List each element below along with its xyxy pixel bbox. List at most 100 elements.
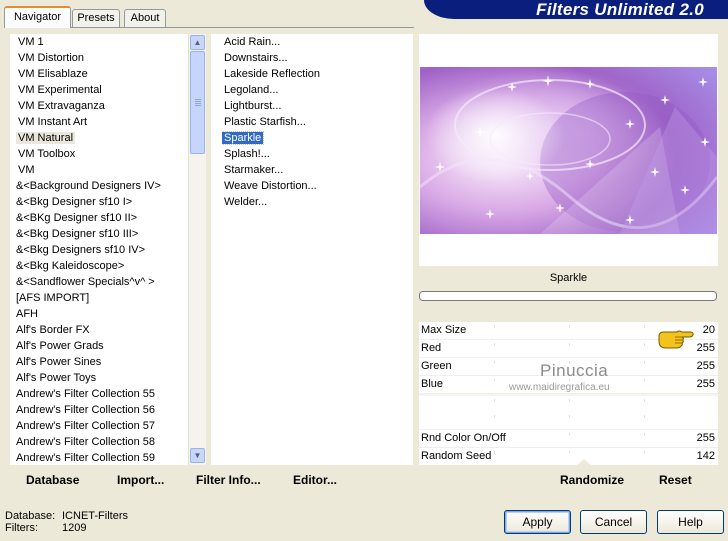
category-item-label: AFH — [16, 308, 38, 320]
filter-item[interactable]: Lightburst... — [222, 98, 413, 114]
category-item[interactable]: VM Experimental — [10, 82, 188, 98]
import-button[interactable]: Import... — [117, 473, 164, 487]
apply-button[interactable]: Apply — [504, 510, 571, 534]
filter-item[interactable]: Starmaker... — [222, 162, 413, 178]
category-item[interactable]: Andrew's Filter Collection 59 — [10, 450, 188, 466]
param-value: 255 — [696, 342, 715, 354]
category-item-label: VM Extravaganza — [18, 100, 105, 112]
filter-list[interactable]: Acid Rain... Downstairs... Lakeside Reflec… — [211, 34, 413, 465]
category-item[interactable]: Alf's Power Toys — [10, 370, 188, 386]
param-label: Green — [421, 360, 452, 372]
category-item[interactable]: [AFS IMPORT] — [10, 290, 188, 306]
category-item[interactable]: VM Distortion — [10, 50, 188, 66]
param-divider — [419, 394, 718, 396]
status-filters-label: Filters: — [5, 522, 38, 534]
category-item-label: Andrew's Filter Collection 55 — [16, 388, 156, 400]
param-slider-row[interactable]: Rnd Color On/Off 255 — [419, 430, 718, 448]
preview-panel — [419, 34, 718, 266]
filter-item[interactable]: Plastic Starfish... — [222, 114, 413, 130]
category-item[interactable]: Andrew's Filter Collection 56 — [10, 402, 188, 418]
filter-item[interactable]: Weave Distortion... — [222, 178, 413, 194]
slider-tick — [569, 451, 570, 454]
title-banner: Filters Unlimited 2.0 — [424, 0, 728, 19]
filter-info-button[interactable]: Filter Info... — [196, 473, 261, 487]
param-label: Random Seed — [421, 450, 492, 462]
filter-item[interactable]: Legoland... — [222, 82, 413, 98]
param-label: Rnd Color On/Off — [421, 432, 506, 444]
category-item[interactable]: VM 1 — [10, 34, 188, 50]
chevron-up-icon[interactable]: ▲ — [190, 35, 205, 50]
help-button[interactable]: Help — [657, 510, 724, 534]
filter-item[interactable]: Sparkle — [222, 130, 413, 146]
randomize-button[interactable]: Randomize — [560, 473, 624, 487]
category-item-label: &<Bkg Kaleidoscope> — [16, 260, 125, 272]
category-item[interactable]: Andrew's Filter Collection 58 — [10, 434, 188, 450]
slider-tick — [644, 415, 645, 418]
filter-item[interactable]: Lakeside Reflection — [222, 66, 413, 82]
watermark-name: Pinuccia — [540, 361, 609, 380]
category-item-label: Andrew's Filter Collection 58 — [16, 436, 156, 448]
progress-bar — [419, 291, 717, 301]
slider-tick — [644, 399, 645, 402]
tab-about[interactable]: About — [124, 9, 166, 27]
reset-button[interactable]: Reset — [659, 473, 692, 487]
param-value: 255 — [696, 378, 715, 390]
category-item[interactable]: &<BKg Designer sf10 II> — [10, 210, 188, 226]
category-item[interactable]: Andrew's Filter Collection 57 — [10, 418, 188, 434]
category-item[interactable]: VM Toolbox — [10, 146, 188, 162]
category-item[interactable]: VM Extravaganza — [10, 98, 188, 114]
param-slider-row[interactable]: Random Seed 142 — [419, 448, 718, 466]
filter-item-label: Downstairs... — [224, 52, 288, 64]
category-item[interactable]: AFH — [10, 306, 188, 322]
app-title: Filters Unlimited 2.0 — [536, 0, 704, 19]
param-slider-row[interactable] — [419, 412, 718, 430]
slider-tick — [644, 451, 645, 454]
filter-item-label: Starmaker... — [224, 164, 284, 176]
chevron-down-icon[interactable]: ▼ — [190, 448, 205, 463]
filter-item[interactable]: Splash!... — [222, 146, 413, 162]
category-item[interactable]: Andrew's Filter Collection 55 — [10, 386, 188, 402]
category-scrollbar[interactable]: ▲ ▼ — [188, 34, 206, 465]
category-item[interactable]: VM Elisablaze — [10, 66, 188, 82]
category-item[interactable]: Alf's Power Sines — [10, 354, 188, 370]
database-button[interactable]: Database — [26, 473, 79, 487]
category-item-label: Andrew's Filter Collection 56 — [16, 404, 156, 416]
category-item[interactable]: &<Sandflower Specials^v^ > — [10, 274, 188, 290]
param-footer-notch — [577, 459, 591, 465]
filter-item[interactable]: Acid Rain... — [222, 34, 413, 50]
filter-item-label: Weave Distortion... — [224, 180, 317, 192]
filter-item[interactable]: Downstairs... — [222, 50, 413, 66]
category-item[interactable]: VM Natural — [10, 130, 188, 146]
category-item[interactable]: &<Background Designers IV> — [10, 178, 188, 194]
param-label: Red — [421, 342, 442, 354]
category-item[interactable]: &<Bkg Kaleidoscope> — [10, 258, 188, 274]
filter-item-label: Lakeside Reflection — [224, 68, 321, 80]
tab-navigator[interactable]: Navigator — [4, 6, 71, 28]
category-item[interactable]: &<Bkg Designers sf10 IV> — [10, 242, 188, 258]
category-item[interactable]: VM — [10, 162, 188, 178]
category-item-label: &<Bkg Designer sf10 III> — [16, 228, 139, 240]
category-item[interactable]: &<Bkg Designer sf10 III> — [10, 226, 188, 242]
slider-tick — [494, 325, 495, 328]
tab-presets[interactable]: Presets — [72, 9, 120, 27]
param-value: 142 — [696, 450, 715, 462]
category-item[interactable]: Alf's Border FX — [10, 322, 188, 338]
category-item-label: VM — [18, 164, 35, 176]
category-item[interactable]: &<Bkg Designer sf10 I> — [10, 194, 188, 210]
category-item-label: Alf's Power Grads — [16, 340, 104, 352]
status-filters-value: 1209 — [62, 522, 87, 534]
cancel-button[interactable]: Cancel — [580, 510, 647, 534]
filter-item-label: Sparkle — [222, 131, 265, 145]
category-item[interactable]: Alf's Power Grads — [10, 338, 188, 354]
editor-button[interactable]: Editor... — [293, 473, 337, 487]
scroll-thumb[interactable] — [190, 51, 205, 154]
category-list[interactable]: VM 1 VM Distortion VM Elisablaze VM Experim… — [10, 34, 188, 465]
filter-item[interactable]: Welder... — [222, 194, 413, 210]
slider-tick — [494, 343, 495, 346]
slider-tick — [644, 325, 645, 328]
slider-tick — [494, 415, 495, 418]
slider-tick — [569, 399, 570, 402]
category-item[interactable]: VM Instant Art — [10, 114, 188, 130]
filter-item-label: Legoland... — [224, 84, 279, 96]
slider-tick — [494, 361, 495, 364]
